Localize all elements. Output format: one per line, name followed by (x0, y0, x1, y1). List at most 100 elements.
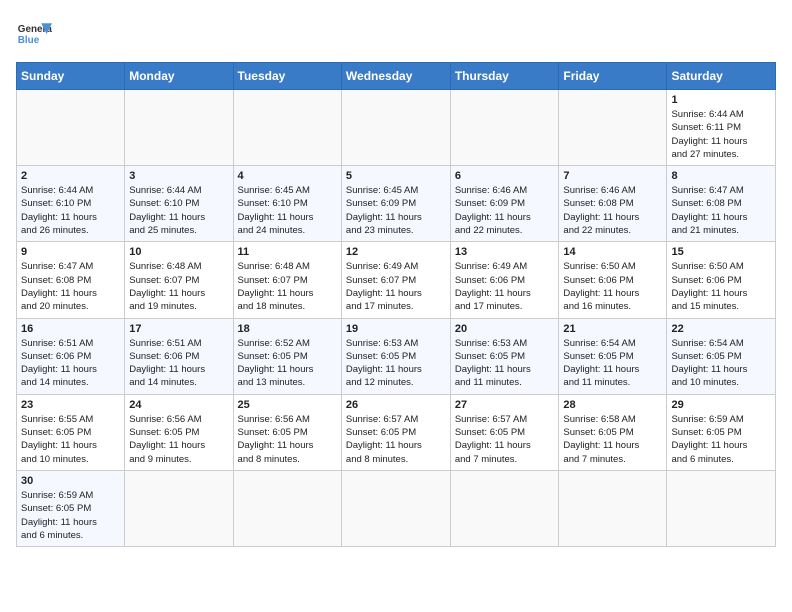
day-number: 4 (238, 170, 337, 182)
day-info: Sunrise: 6:46 AMSunset: 6:08 PMDaylight:… (563, 184, 662, 237)
day-info: Sunrise: 6:58 AMSunset: 6:05 PMDaylight:… (563, 413, 662, 466)
col-header-friday: Friday (559, 63, 667, 90)
day-number: 6 (455, 170, 555, 182)
calendar-day (559, 470, 667, 546)
col-header-monday: Monday (125, 63, 233, 90)
calendar-day: 5 Sunrise: 6:45 AMSunset: 6:09 PMDaylight… (341, 166, 450, 242)
svg-text:Blue: Blue (18, 35, 40, 46)
day-number: 2 (21, 170, 120, 182)
day-info: Sunrise: 6:47 AMSunset: 6:08 PMDaylight:… (671, 184, 771, 237)
day-number: 12 (346, 246, 446, 258)
day-number: 18 (238, 323, 337, 335)
calendar-day: 20 Sunrise: 6:53 AMSunset: 6:05 PMDayligh… (450, 318, 559, 394)
day-info: Sunrise: 6:52 AMSunset: 6:05 PMDaylight:… (238, 337, 337, 390)
calendar-day: 10Sunrise: 6:48 AMSunset: 6:07 PMDayligh… (125, 242, 233, 318)
day-info: Sunrise: 6:53 AMSunset: 6:05 PMDaylight:… (455, 337, 555, 390)
calendar-day: 4 Sunrise: 6:45 AMSunset: 6:10 PMDaylight… (233, 166, 341, 242)
calendar-day: 30 Sunrise: 6:59 AMSunset: 6:05 PMDayligh… (17, 470, 125, 546)
calendar-day (125, 90, 233, 166)
day-info: Sunrise: 6:44 AMSunset: 6:10 PMDaylight:… (21, 184, 120, 237)
col-header-thursday: Thursday (450, 63, 559, 90)
week-row-1: 1Sunrise: 6:44 AMSunset: 6:11 PMDaylight… (17, 90, 776, 166)
day-info: Sunrise: 6:51 AMSunset: 6:06 PMDaylight:… (21, 337, 120, 390)
calendar-day: 9Sunrise: 6:47 AMSunset: 6:08 PMDaylight… (17, 242, 125, 318)
day-number: 15 (671, 246, 771, 258)
day-info: Sunrise: 6:55 AMSunset: 6:05 PMDaylight:… (21, 413, 120, 466)
day-info: Sunrise: 6:47 AMSunset: 6:08 PMDaylight:… (21, 260, 120, 313)
day-number: 29 (671, 399, 771, 411)
week-row-5: 23 Sunrise: 6:55 AMSunset: 6:05 PMDayligh… (17, 394, 776, 470)
day-info: Sunrise: 6:50 AMSunset: 6:06 PMDaylight:… (563, 260, 662, 313)
calendar-day: 18 Sunrise: 6:52 AMSunset: 6:05 PMDayligh… (233, 318, 341, 394)
day-info: Sunrise: 6:45 AMSunset: 6:10 PMDaylight:… (238, 184, 337, 237)
calendar-day (341, 470, 450, 546)
calendar-day: 23 Sunrise: 6:55 AMSunset: 6:05 PMDayligh… (17, 394, 125, 470)
calendar-day: 2 Sunrise: 6:44 AMSunset: 6:10 PMDaylight… (17, 166, 125, 242)
calendar-day: 16 Sunrise: 6:51 AMSunset: 6:06 PMDayligh… (17, 318, 125, 394)
calendar-day (450, 90, 559, 166)
day-info: Sunrise: 6:59 AMSunset: 6:05 PMDaylight:… (671, 413, 771, 466)
day-number: 20 (455, 323, 555, 335)
day-number: 27 (455, 399, 555, 411)
day-number: 16 (21, 323, 120, 335)
calendar-day: 7 Sunrise: 6:46 AMSunset: 6:08 PMDaylight… (559, 166, 667, 242)
calendar-day (559, 90, 667, 166)
day-number: 19 (346, 323, 446, 335)
day-info: Sunrise: 6:54 AMSunset: 6:05 PMDaylight:… (563, 337, 662, 390)
calendar-day: 26 Sunrise: 6:57 AMSunset: 6:05 PMDayligh… (341, 394, 450, 470)
calendar-day: 19 Sunrise: 6:53 AMSunset: 6:05 PMDayligh… (341, 318, 450, 394)
day-info: Sunrise: 6:50 AMSunset: 6:06 PMDaylight:… (671, 260, 771, 313)
generalblue-logo-icon: General Blue (16, 16, 52, 52)
day-number: 28 (563, 399, 662, 411)
calendar-day: 25Sunrise: 6:56 AMSunset: 6:05 PMDayligh… (233, 394, 341, 470)
day-info: Sunrise: 6:57 AMSunset: 6:05 PMDaylight:… (346, 413, 446, 466)
day-info: Sunrise: 6:46 AMSunset: 6:09 PMDaylight:… (455, 184, 555, 237)
day-number: 30 (21, 475, 120, 487)
day-number: 24 (129, 399, 228, 411)
day-info: Sunrise: 6:59 AMSunset: 6:05 PMDaylight:… (21, 489, 120, 542)
day-number: 14 (563, 246, 662, 258)
calendar-day: 6 Sunrise: 6:46 AMSunset: 6:09 PMDaylight… (450, 166, 559, 242)
day-number: 5 (346, 170, 446, 182)
calendar-day: 3Sunrise: 6:44 AMSunset: 6:10 PMDaylight… (125, 166, 233, 242)
header-row: SundayMondayTuesdayWednesdayThursdayFrid… (17, 63, 776, 90)
calendar-body: 1Sunrise: 6:44 AMSunset: 6:11 PMDaylight… (17, 90, 776, 547)
day-info: Sunrise: 6:45 AMSunset: 6:09 PMDaylight:… (346, 184, 446, 237)
calendar-day: 27 Sunrise: 6:57 AMSunset: 6:05 PMDayligh… (450, 394, 559, 470)
calendar-day: 8Sunrise: 6:47 AMSunset: 6:08 PMDaylight… (667, 166, 776, 242)
day-number: 22 (671, 323, 771, 335)
calendar-day (341, 90, 450, 166)
day-number: 23 (21, 399, 120, 411)
week-row-6: 30 Sunrise: 6:59 AMSunset: 6:05 PMDayligh… (17, 470, 776, 546)
day-number: 7 (563, 170, 662, 182)
day-number: 26 (346, 399, 446, 411)
calendar-day: 14 Sunrise: 6:50 AMSunset: 6:06 PMDayligh… (559, 242, 667, 318)
calendar-table: SundayMondayTuesdayWednesdayThursdayFrid… (16, 62, 776, 547)
day-number: 1 (671, 94, 771, 106)
day-info: Sunrise: 6:44 AMSunset: 6:10 PMDaylight:… (129, 184, 228, 237)
week-row-4: 16 Sunrise: 6:51 AMSunset: 6:06 PMDayligh… (17, 318, 776, 394)
col-header-saturday: Saturday (667, 63, 776, 90)
calendar-day: 1Sunrise: 6:44 AMSunset: 6:11 PMDaylight… (667, 90, 776, 166)
calendar-day (125, 470, 233, 546)
col-header-sunday: Sunday (17, 63, 125, 90)
page-header: General Blue (16, 16, 776, 52)
day-info: Sunrise: 6:53 AMSunset: 6:05 PMDaylight:… (346, 337, 446, 390)
calendar-day: 29 Sunrise: 6:59 AMSunset: 6:05 PMDayligh… (667, 394, 776, 470)
logo: General Blue (16, 16, 52, 52)
day-number: 21 (563, 323, 662, 335)
calendar-day: 12Sunrise: 6:49 AMSunset: 6:07 PMDayligh… (341, 242, 450, 318)
day-number: 25 (238, 399, 337, 411)
calendar-day (667, 470, 776, 546)
day-info: Sunrise: 6:51 AMSunset: 6:06 PMDaylight:… (129, 337, 228, 390)
calendar-day: 22Sunrise: 6:54 AMSunset: 6:05 PMDayligh… (667, 318, 776, 394)
calendar-day: 28 Sunrise: 6:58 AMSunset: 6:05 PMDayligh… (559, 394, 667, 470)
day-number: 13 (455, 246, 555, 258)
calendar-day: 21 Sunrise: 6:54 AMSunset: 6:05 PMDayligh… (559, 318, 667, 394)
calendar-day (450, 470, 559, 546)
calendar-day: 11Sunrise: 6:48 AMSunset: 6:07 PMDayligh… (233, 242, 341, 318)
day-info: Sunrise: 6:57 AMSunset: 6:05 PMDaylight:… (455, 413, 555, 466)
calendar-day (233, 90, 341, 166)
calendar-day: 24 Sunrise: 6:56 AMSunset: 6:05 PMDayligh… (125, 394, 233, 470)
day-info: Sunrise: 6:56 AMSunset: 6:05 PMDaylight:… (129, 413, 228, 466)
